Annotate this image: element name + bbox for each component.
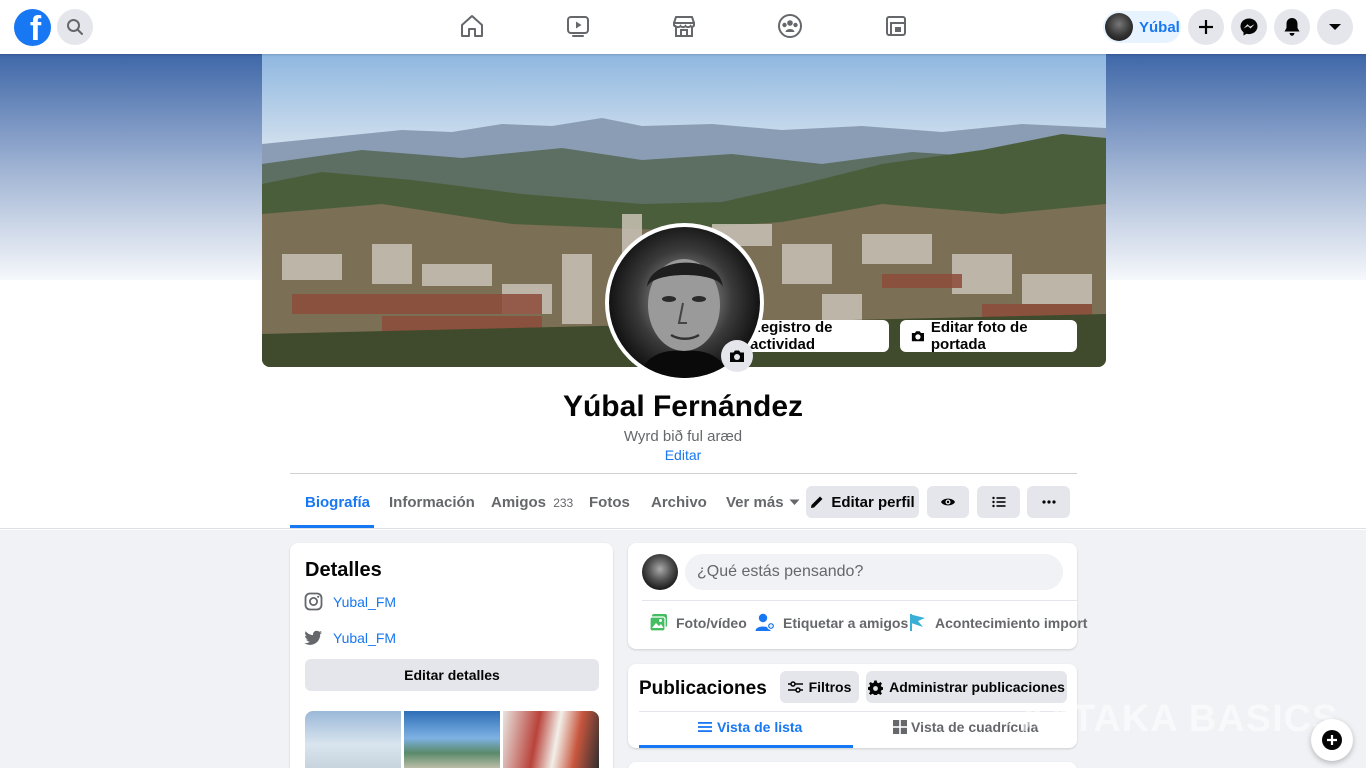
- photo-icon: [649, 614, 667, 632]
- activity-log-label: Registro de actividad: [750, 319, 833, 353]
- featured-photo-2[interactable]: [404, 711, 500, 768]
- update-profile-photo-button[interactable]: [721, 340, 753, 372]
- groups-icon: [778, 14, 802, 38]
- twitter-row[interactable]: Yubal_FM: [304, 630, 396, 646]
- instagram-row[interactable]: Yubal_FM: [304, 592, 396, 611]
- tag-friends-button[interactable]: Etiquetar a amigos: [755, 613, 908, 632]
- edit-profile-label: Editar perfil: [831, 493, 915, 511]
- gaming-icon: [886, 16, 906, 36]
- twitter-icon: [304, 630, 322, 645]
- home-icon: [461, 15, 483, 37]
- tab-information[interactable]: Información: [389, 494, 475, 511]
- featured-photo-1[interactable]: [305, 711, 401, 768]
- publications-title: Publicaciones: [639, 678, 767, 699]
- nav-gaming[interactable]: [882, 12, 910, 40]
- shop-icon: [673, 16, 695, 37]
- avatar: [1105, 13, 1133, 41]
- more-icon: [1041, 500, 1056, 504]
- list-icon: [991, 496, 1005, 508]
- manage-posts-label: Administrar publicaciones: [889, 679, 1065, 695]
- tag-friends-label: Etiquetar a amigos: [783, 614, 909, 631]
- composer-divider: [642, 600, 1077, 601]
- view-as-button[interactable]: [927, 486, 969, 518]
- tag-friends-icon: [755, 613, 775, 631]
- whats-on-your-mind-input[interactable]: ¿Qué estás pensando?: [685, 554, 1063, 590]
- notifications-button[interactable]: [1274, 9, 1310, 45]
- twitter-handle[interactable]: Yubal_FM: [333, 630, 396, 646]
- tab-friends-label: Amigos: [491, 494, 547, 511]
- header-bottom-border: [0, 528, 1366, 529]
- activity-list-button[interactable]: [977, 486, 1020, 518]
- profile-chip-name: Yúbal: [1139, 18, 1180, 36]
- video-icon: [567, 16, 589, 37]
- compose-icon: [1322, 730, 1342, 750]
- camera-icon: [730, 350, 744, 362]
- profile-chip[interactable]: Yúbal: [1103, 11, 1181, 43]
- next-card: [628, 762, 1077, 768]
- instagram-icon: [304, 592, 323, 611]
- new-message-button[interactable]: [1311, 719, 1353, 761]
- plus-icon: [1199, 20, 1213, 34]
- more-options-button[interactable]: [1027, 486, 1070, 518]
- instagram-handle[interactable]: Yubal_FM: [333, 594, 396, 610]
- details-card: Detalles Yubal_FM Yubal_FM Editar detall…: [290, 543, 613, 768]
- caret-down-icon: [1329, 24, 1341, 30]
- edit-bio-link[interactable]: Editar: [0, 447, 1366, 463]
- tab-biography[interactable]: Biografía: [305, 494, 370, 511]
- composer-placeholder: ¿Qué estás pensando?: [697, 563, 864, 580]
- gear-icon: [868, 680, 884, 695]
- caret-down-icon: [789, 499, 800, 505]
- search-icon: [67, 19, 83, 35]
- active-view-indicator: [639, 745, 853, 748]
- flag-icon: [910, 614, 925, 631]
- edit-profile-button[interactable]: Editar perfil: [806, 486, 919, 518]
- top-navbar: f Yúbal: [0, 0, 1366, 54]
- avatar: [642, 554, 678, 590]
- filters-icon: [787, 681, 803, 693]
- tab-more-label: Ver más: [726, 494, 784, 511]
- tab-photos[interactable]: Fotos: [589, 494, 630, 511]
- list-view-label: Vista de lista: [717, 719, 803, 735]
- messenger-icon: [1240, 18, 1258, 36]
- tab-more[interactable]: Ver más: [726, 494, 800, 511]
- tab-friends[interactable]: Amigos 233: [491, 494, 573, 511]
- messenger-button[interactable]: [1231, 9, 1267, 45]
- grid-icon: [893, 720, 907, 734]
- filters-button[interactable]: Filtros: [780, 671, 859, 703]
- publications-card: Publicaciones Filtros Administrar public…: [628, 664, 1077, 748]
- edit-details-button[interactable]: Editar detalles: [305, 659, 599, 691]
- nav-watch[interactable]: [564, 12, 592, 40]
- profile-name: Yúbal Fernández: [562, 390, 804, 423]
- camera-icon: [911, 331, 925, 342]
- account-menu-button[interactable]: [1317, 9, 1353, 45]
- pencil-icon: [811, 496, 823, 508]
- profile-bio: Wyrd bið ful aræd: [623, 428, 743, 445]
- edit-cover-photo-label: Editar foto de portada: [930, 319, 1028, 353]
- post-composer: ¿Qué estás pensando? Foto/vídeo Etiqueta…: [628, 543, 1087, 649]
- nav-home[interactable]: [458, 12, 486, 40]
- facebook-logo-icon[interactable]: f: [14, 9, 51, 46]
- edit-cover-photo-button[interactable]: Editar foto de portada: [900, 319, 1077, 353]
- publications-divider: [639, 711, 1066, 712]
- filters-label: Filtros: [808, 679, 852, 695]
- photo-video-button[interactable]: Foto/vídeo: [649, 613, 747, 632]
- bell-icon: [1284, 18, 1300, 36]
- list-icon: [698, 722, 712, 732]
- friends-count: 233: [553, 496, 574, 510]
- create-button[interactable]: [1188, 9, 1224, 45]
- tab-archive[interactable]: Archivo: [651, 494, 707, 511]
- featured-photo-3[interactable]: [503, 711, 599, 768]
- header-divider: [290, 473, 1077, 474]
- watermark: XATAKA BASICS: [1020, 698, 1339, 740]
- grid-view-tab[interactable]: Vista de cuadrícula: [893, 719, 1038, 735]
- photo-video-label: Foto/vídeo: [676, 614, 747, 631]
- nav-marketplace[interactable]: [670, 12, 698, 40]
- search-button[interactable]: [57, 9, 93, 45]
- details-title: Detalles: [305, 559, 382, 581]
- list-view-tab[interactable]: Vista de lista: [698, 719, 802, 735]
- nav-groups[interactable]: [776, 12, 804, 40]
- eye-icon: [941, 498, 955, 506]
- life-event-button[interactable]: Acontecimiento import: [909, 613, 1087, 632]
- life-event-label: Acontecimiento import: [935, 614, 1088, 631]
